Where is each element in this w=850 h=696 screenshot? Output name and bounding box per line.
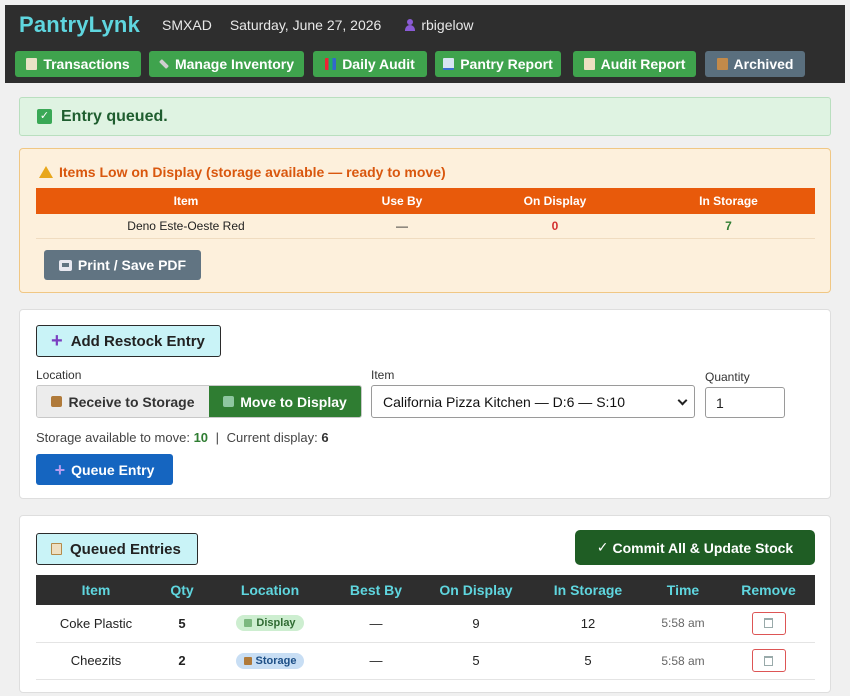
item-name: Coke Plastic: [36, 605, 156, 643]
chevron-down-icon: [677, 395, 688, 406]
queued-entries-heading: Queued Entries: [36, 533, 198, 565]
nav-bar: Transactions Manage Inventory Daily Audi…: [5, 45, 845, 83]
column-header: Time: [644, 575, 722, 605]
tools-icon: [159, 59, 169, 69]
nav-audit-report-button[interactable]: Audit Report: [573, 51, 696, 77]
nav-transactions-button[interactable]: Transactions: [15, 51, 141, 77]
remove-button[interactable]: [751, 611, 786, 635]
clipboard-icon: [51, 543, 62, 555]
column-header: Use By: [336, 188, 468, 214]
success-message: Entry queued.: [61, 107, 168, 125]
trend-chart-icon: [443, 58, 455, 70]
top-bar: PantryLynk SMXAD Saturday, June 27, 2026…: [5, 5, 845, 45]
queued-entries-table: Item Qty Location Best By On Display In …: [36, 575, 815, 680]
low-display-title: Items Low on Display (storage available …: [39, 164, 446, 180]
current-display-value: 6: [321, 430, 329, 445]
column-header: On Display: [420, 575, 532, 605]
plus-icon: +: [54, 459, 66, 480]
remove-button[interactable]: [751, 649, 786, 672]
on-display: 5: [420, 642, 532, 680]
location-toggle: Receive to Storage Move to Display: [36, 385, 362, 418]
on-display: 9: [420, 605, 532, 643]
table-row: Deno Este-Oeste Red — 0 7: [36, 214, 815, 239]
item-name: Deno Este-Oeste Red: [36, 214, 336, 239]
box-icon: [243, 656, 252, 665]
column-header: Qty: [156, 575, 208, 605]
qty: 5: [156, 605, 208, 643]
item-name: Cheezits: [36, 642, 156, 680]
box-icon: [716, 58, 728, 70]
column-header: Best By: [332, 575, 420, 605]
checkmark-icon: ✓: [596, 539, 609, 555]
org-code: SMXAD: [162, 17, 212, 33]
plus-icon: +: [51, 330, 63, 352]
location-badge: Storage: [235, 652, 305, 669]
low-display-table: Item Use By On Display In Storage Deno E…: [36, 188, 815, 239]
queue-entry-button[interactable]: + Queue Entry: [36, 454, 173, 485]
item-label: Item: [371, 368, 395, 382]
ledger-icon: [26, 58, 38, 70]
time: 5:58 am: [644, 605, 722, 643]
trash-icon: [764, 655, 773, 666]
location-label: Location: [36, 368, 82, 382]
queued-entries-card: Queued Entries ✓ Commit All & Update Sto…: [19, 515, 831, 693]
nav-archived-button[interactable]: Archived: [705, 51, 805, 77]
column-header: In Storage: [532, 575, 644, 605]
quantity-input[interactable]: 1: [705, 387, 785, 418]
storage-available-value: 10: [193, 430, 209, 445]
printer-icon: [58, 259, 72, 271]
column-header: In Storage: [642, 188, 815, 214]
cart-icon: [244, 619, 253, 628]
best-by: —: [332, 642, 420, 680]
column-header: Item: [36, 188, 336, 214]
add-restock-heading: + Add Restock Entry: [36, 325, 221, 357]
on-display-count: 0: [468, 214, 642, 239]
best-by: —: [332, 605, 420, 643]
user-icon: [405, 19, 416, 31]
username: rbigelow: [421, 17, 474, 33]
time: 5:58 am: [644, 642, 722, 680]
low-display-panel: Items Low on Display (storage available …: [19, 148, 831, 293]
in-storage-count: 7: [642, 214, 815, 239]
use-by: —: [336, 214, 468, 239]
check-icon: ✓: [37, 109, 52, 124]
current-date: Saturday, June 27, 2026: [229, 17, 382, 33]
receive-to-storage-option[interactable]: Receive to Storage: [37, 386, 209, 417]
shelf-icon: [223, 396, 235, 407]
app-brand[interactable]: PantryLynk: [19, 12, 140, 38]
table-row: Cheezits 2 Storage — 5 5 5:58 am: [36, 642, 815, 680]
location-badge: Display: [236, 615, 304, 632]
warning-icon: [39, 166, 53, 178]
quantity-label: Quantity: [705, 370, 750, 384]
availability-line: Storage available to move: 10 | Current …: [36, 430, 329, 445]
success-alert: ✓ Entry queued.: [19, 97, 831, 136]
nav-daily-audit-button[interactable]: Daily Audit: [313, 51, 427, 77]
qty: 2: [156, 642, 208, 680]
box-icon: [51, 396, 63, 407]
restock-card: + Add Restock Entry Location Receive to …: [19, 309, 831, 499]
trash-icon: [764, 618, 773, 629]
item-select[interactable]: California Pizza Kitchen — D:6 — S:10: [371, 385, 695, 418]
in-storage: 12: [532, 605, 644, 643]
column-header: Item: [36, 575, 156, 605]
column-header: Location: [208, 575, 332, 605]
clipboard-icon: [583, 58, 595, 70]
in-storage: 5: [532, 642, 644, 680]
nav-manage-inventory-button[interactable]: Manage Inventory: [149, 51, 304, 77]
print-save-pdf-button[interactable]: Print / Save PDF: [44, 250, 201, 280]
user-menu[interactable]: rbigelow: [405, 17, 473, 33]
commit-all-button[interactable]: ✓ Commit All & Update Stock: [575, 530, 815, 565]
column-header: On Display: [468, 188, 642, 214]
nav-pantry-report-button[interactable]: Pantry Report: [435, 51, 561, 77]
column-header: Remove: [722, 575, 815, 605]
table-row: Coke Plastic 5 Display — 9 12 5:58 am: [36, 605, 815, 643]
move-to-display-option[interactable]: Move to Display: [209, 386, 361, 417]
bar-chart-icon: [325, 58, 337, 70]
